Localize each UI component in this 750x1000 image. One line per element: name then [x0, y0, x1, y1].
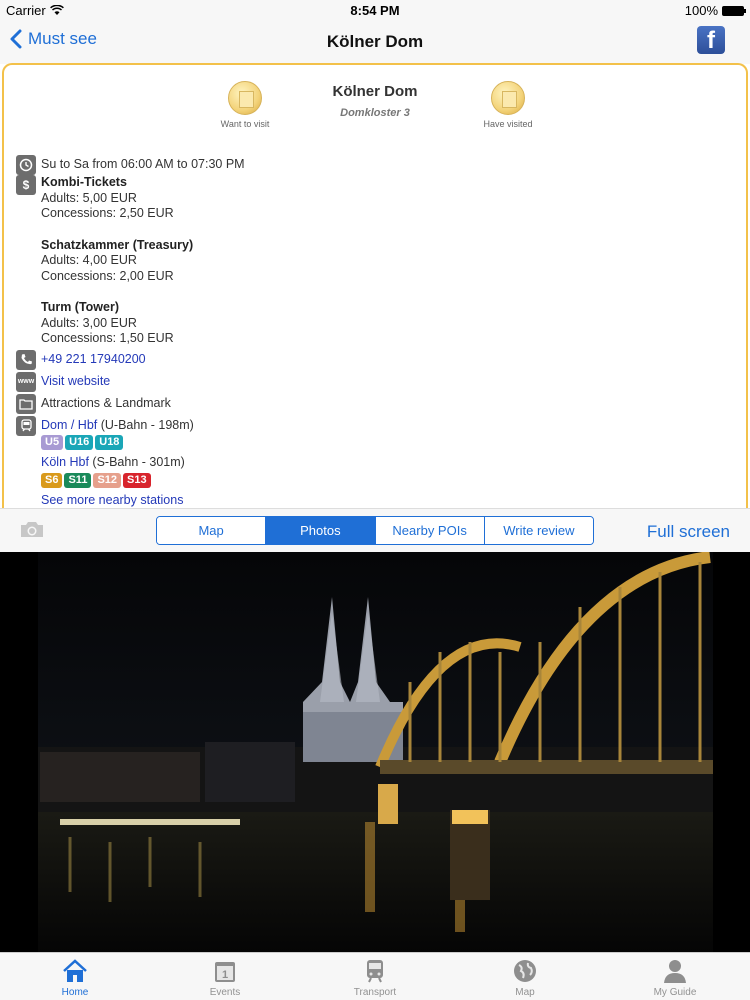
line-badge: S12	[93, 472, 122, 488]
dollar-icon: $	[16, 175, 36, 195]
poi-address: Domkloster 3	[340, 107, 410, 119]
view-segmented-control: Map Photos Nearby POIs Write review	[156, 516, 594, 545]
web-icon: www	[16, 371, 36, 392]
poi-detail-card: Kölner Dom Domkloster 3 Want to visit Ha…	[2, 63, 748, 509]
tab-events[interactable]: 1 Events	[150, 953, 300, 1000]
status-bar: Carrier 8:54 PM 100%	[0, 0, 750, 20]
ticket-name: Schatzkammer (Treasury)	[41, 237, 194, 252]
tab-map[interactable]: Map	[157, 517, 267, 544]
phone-icon	[16, 349, 36, 370]
tab-photos[interactable]: Photos	[266, 517, 376, 544]
app-screen: Carrier 8:54 PM 100% Must see Kölner Dom…	[0, 0, 750, 1000]
ticket-block: Schatzkammer (Treasury) Adults: 4,00 EUR…	[41, 238, 193, 285]
have-visited-button[interactable]: Have visited	[473, 81, 543, 129]
station-detail: (S-Bahn - 301m)	[88, 455, 185, 469]
tab-transport[interactable]: Transport	[300, 953, 450, 1000]
battery-info: 100%	[684, 3, 746, 18]
navigation-bar: Must see Kölner Dom f	[0, 20, 750, 64]
tab-map-label: Map	[515, 987, 535, 998]
station-item: Köln Hbf (S-Bahn - 301m)	[41, 455, 194, 471]
tab-write-review[interactable]: Write review	[484, 517, 593, 544]
poi-info: Su to Sa from 06:00 AM to 07:30 PM $ Kom…	[16, 155, 736, 508]
tab-nearby-pois[interactable]: Nearby POIs	[375, 517, 485, 544]
line-badge: S6	[41, 472, 63, 488]
facebook-share-button[interactable]: f	[697, 26, 725, 54]
clock-icon	[16, 155, 36, 175]
website-row: www Visit website	[16, 371, 736, 394]
train-icon	[16, 415, 36, 436]
ticket-concessions: Concessions: 1,50 EUR	[41, 331, 174, 345]
camera-icon[interactable]	[19, 520, 45, 539]
prices: Kombi-Tickets Adults: 5,00 EUR Concessio…	[41, 175, 193, 347]
ticket-adults: Adults: 3,00 EUR	[41, 315, 137, 330]
svg-text:1: 1	[222, 969, 228, 981]
tab-my-guide[interactable]: My Guide	[600, 953, 750, 1000]
ticket-concessions: Concessions: 2,50 EUR	[41, 206, 174, 220]
station-link[interactable]: Köln Hbf	[41, 455, 89, 469]
have-visited-icon	[491, 81, 525, 115]
phone-link[interactable]: +49 221 17940200	[41, 350, 146, 368]
nearby-stations: Dom / Hbf (U-Bahn - 198m) U5 U16 U18 Köln …	[41, 416, 194, 509]
want-to-visit-icon	[228, 81, 262, 115]
station-item: Dom / Hbf (U-Bahn - 198m)	[41, 418, 194, 434]
line-badge: U16	[65, 435, 94, 450]
battery-percent: 100%	[684, 3, 718, 18]
calendar-icon: 1	[215, 962, 235, 982]
tab-my-guide-label: My Guide	[653, 987, 697, 998]
tab-transport-label: Transport	[353, 987, 397, 998]
station-lines: S6 S11 S12 S13	[41, 472, 194, 488]
battery-icon	[722, 5, 746, 16]
stations-row: Dom / Hbf (U-Bahn - 198m) U5 U16 U18 Köln …	[16, 415, 736, 509]
line-badge: S11	[64, 472, 92, 488]
want-to-visit-label: Want to visit	[220, 119, 270, 129]
opening-hours: Su to Sa from 06:00 AM to 07:30 PM	[41, 157, 245, 171]
ticket-adults: Adults: 5,00 EUR	[41, 190, 137, 205]
opening-hours-row: Su to Sa from 06:00 AM to 07:30 PM	[16, 155, 736, 175]
tab-home[interactable]: Home	[0, 953, 150, 1000]
poi-photo[interactable]	[0, 552, 750, 952]
globe-icon	[514, 960, 536, 982]
tab-home-label: Home	[61, 987, 89, 998]
station-link[interactable]: Dom / Hbf	[41, 418, 97, 432]
page-title: Kölner Dom	[326, 32, 424, 51]
line-badge: U5	[41, 435, 64, 450]
ticket-name: Turm (Tower)	[41, 300, 120, 314]
ticket-block: Kombi-Tickets Adults: 5,00 EUR Concessio…	[41, 175, 193, 222]
category-row: Attractions & Landmark	[16, 393, 736, 416]
phone-row: +49 221 17940200	[16, 349, 736, 372]
station-detail: (U-Bahn - 198m)	[97, 417, 194, 432]
person-icon	[664, 960, 686, 983]
ticket-name: Kombi-Tickets	[41, 175, 127, 189]
prices-row: $ Kombi-Tickets Adults: 5,00 EUR Concess…	[16, 175, 736, 347]
want-to-visit-button[interactable]: Want to visit	[210, 81, 280, 129]
ticket-adults: Adults: 4,00 EUR	[41, 253, 137, 267]
category: Attractions & Landmark	[41, 395, 171, 410]
line-badge: U18	[95, 435, 124, 450]
station-lines: U5 U16 U18	[41, 434, 194, 450]
facebook-icon: f	[707, 27, 715, 54]
home-icon	[63, 959, 87, 982]
tab-map[interactable]: Map	[450, 953, 600, 1000]
tab-events-label: Events	[209, 987, 241, 998]
have-visited-label: Have visited	[483, 119, 533, 129]
website-link[interactable]: Visit website	[41, 372, 110, 390]
segment-bar: Map Photos Nearby POIs Write review Full…	[0, 508, 750, 552]
ticket-concessions: Concessions: 2,00 EUR	[41, 268, 174, 283]
clock: 8:54 PM	[350, 3, 400, 18]
poi-title: Kölner Dom	[332, 83, 418, 100]
cathedral-night-photo	[0, 552, 750, 952]
line-badge: S13	[123, 472, 151, 488]
train-icon	[367, 960, 383, 983]
full-screen-button[interactable]: Full screen	[647, 522, 730, 542]
tab-bar: Home 1 Events Transport Map My Guide	[0, 952, 750, 1000]
folder-icon	[16, 393, 36, 414]
ticket-block: Turm (Tower) Adults: 3,00 EUR Concession…	[41, 300, 193, 347]
more-stations-link[interactable]: See more nearby stations	[41, 493, 194, 509]
